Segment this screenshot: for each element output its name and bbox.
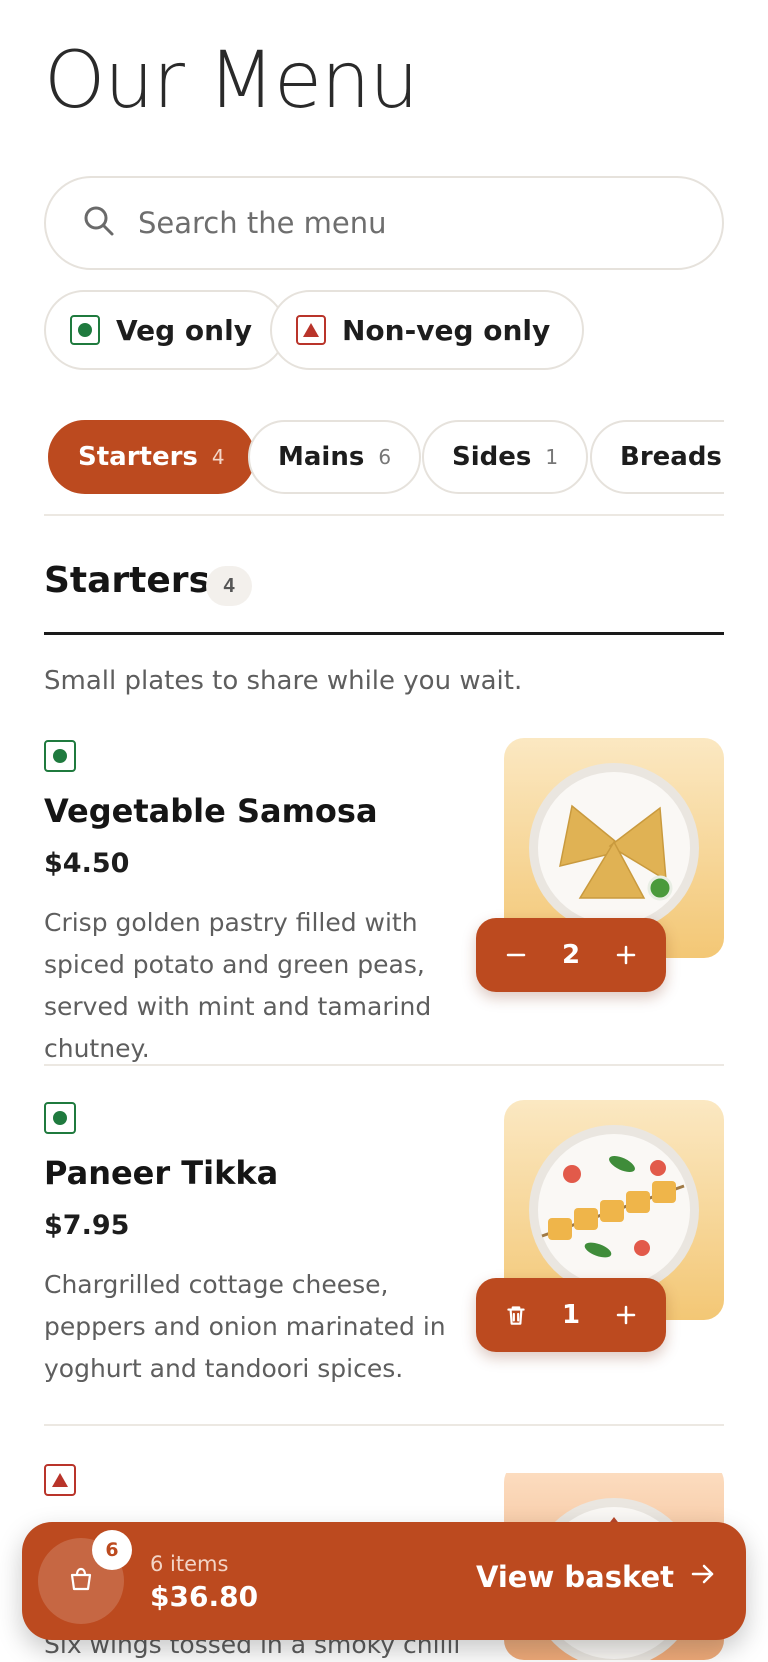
item-divider [44,1424,724,1426]
section-count-badge: 4 [206,566,252,606]
section-rule [44,632,724,635]
veg-icon [44,740,76,772]
section-description: Small plates to share while you wait. [44,666,523,696]
filter-veg-only[interactable]: Veg only [44,290,286,370]
tab-mains[interactable]: Mains 6 [248,420,422,494]
quantity-stepper[interactable]: 2 [476,918,666,992]
filter-label: Non-veg only [342,313,551,347]
basket-total: $36.80 [150,1580,259,1613]
tab-sides[interactable]: Sides 1 [422,420,589,494]
tab-label: Starters [78,442,198,472]
tab-starters[interactable]: Starters 4 [48,420,255,494]
tab-label: Sides [452,442,532,472]
basket-item-count: 6 items [150,1552,229,1576]
item-price: $4.50 [44,848,130,879]
page-title: Our Menu [44,36,419,126]
item-description: Chargrilled cottage cheese, peppers and … [44,1270,446,1383]
shopping-bag-icon [66,1564,96,1599]
veg-icon [44,1102,76,1134]
arrow-right-icon [674,1560,716,1594]
item-name: Paneer Tikka [44,1154,279,1192]
view-basket-label: View basket [475,1560,674,1594]
non-veg-icon [296,315,326,345]
category-tabs: Starters 4 Mains 6 Sides 1 Breads2 [44,420,724,496]
section-title: Starters [44,560,210,601]
basket-count-badge: 6 [92,1530,132,1570]
menu-item: Vegetable Samosa $4.50 Crisp golden past… [44,738,724,1080]
search-input[interactable] [138,206,658,240]
plus-icon[interactable] [608,1297,644,1333]
tab-breads[interactable]: Breads2 [590,420,724,494]
plus-icon[interactable] [608,937,644,973]
quantity-value: 1 [561,1300,581,1330]
view-basket-bar[interactable]: 6 6 items $36.80 View basket [22,1522,746,1640]
tab-count: 1 [545,445,559,469]
tab-label: Breads [620,442,722,472]
tab-count: 6 [378,445,392,469]
item-divider [44,1064,724,1066]
filter-non-veg-only[interactable]: Non-veg only [270,290,585,370]
search-bar[interactable] [44,176,724,270]
trash-icon[interactable] [498,1297,534,1333]
menu-item: Paneer Tikka $7.95 Chargrilled cottage c… [44,1100,724,1442]
item-name: Vegetable Samosa [44,792,378,830]
filter-label: Veg only [116,313,252,347]
quantity-value: 2 [561,940,581,970]
veg-icon [70,315,100,345]
non-veg-icon [44,1464,76,1496]
tab-count: 4 [211,445,225,469]
minus-icon[interactable] [498,937,534,973]
quantity-stepper[interactable]: 1 [476,1278,666,1352]
view-basket-button[interactable]: View basket [476,1560,716,1594]
item-price: $7.95 [44,1210,130,1241]
search-icon [82,204,116,243]
tab-label: Mains [278,442,365,472]
item-description: Crisp golden pastry filled with spiced p… [44,908,432,1063]
tabs-divider [44,514,724,516]
